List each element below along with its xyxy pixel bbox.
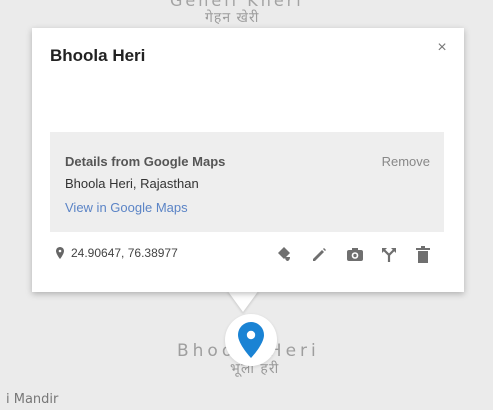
camera-icon [347, 248, 363, 261]
directions-button[interactable] [378, 244, 400, 266]
delete-icon [416, 246, 430, 263]
close-button[interactable]: × [430, 36, 454, 60]
directions-icon [382, 248, 396, 262]
popup-actions [274, 244, 444, 266]
paint-bucket-icon [278, 247, 290, 261]
view-in-google-maps-link[interactable]: View in Google Maps [65, 200, 188, 215]
edit-icon [313, 248, 326, 261]
coordinates: 24.90647, 76.38977 [56, 246, 178, 260]
coordinate-pin-icon [56, 247, 64, 259]
place-title: Bhoola Heri [50, 46, 146, 65]
delete-button[interactable] [412, 244, 434, 266]
map-nearby-label: i Mandir [6, 392, 59, 407]
place-popup: Bhoola Heri × Details from Google Maps R… [32, 28, 464, 292]
details-heading: Details from Google Maps [65, 154, 226, 169]
place-address: Bhoola Heri, Rajasthan [65, 176, 199, 191]
google-maps-details: Details from Google Maps Remove Bhoola H… [50, 132, 444, 232]
edit-button[interactable] [308, 244, 330, 266]
remove-details-link[interactable]: Remove [382, 154, 430, 169]
map-label-top-hindi: गेहन खेरी [205, 10, 260, 26]
location-pin-icon[interactable] [238, 322, 264, 358]
popup-tail [227, 290, 259, 312]
close-icon: × [437, 39, 447, 56]
photo-button[interactable] [344, 244, 366, 266]
style-button[interactable] [274, 244, 296, 266]
coordinates-text: 24.90647, 76.38977 [71, 246, 178, 260]
